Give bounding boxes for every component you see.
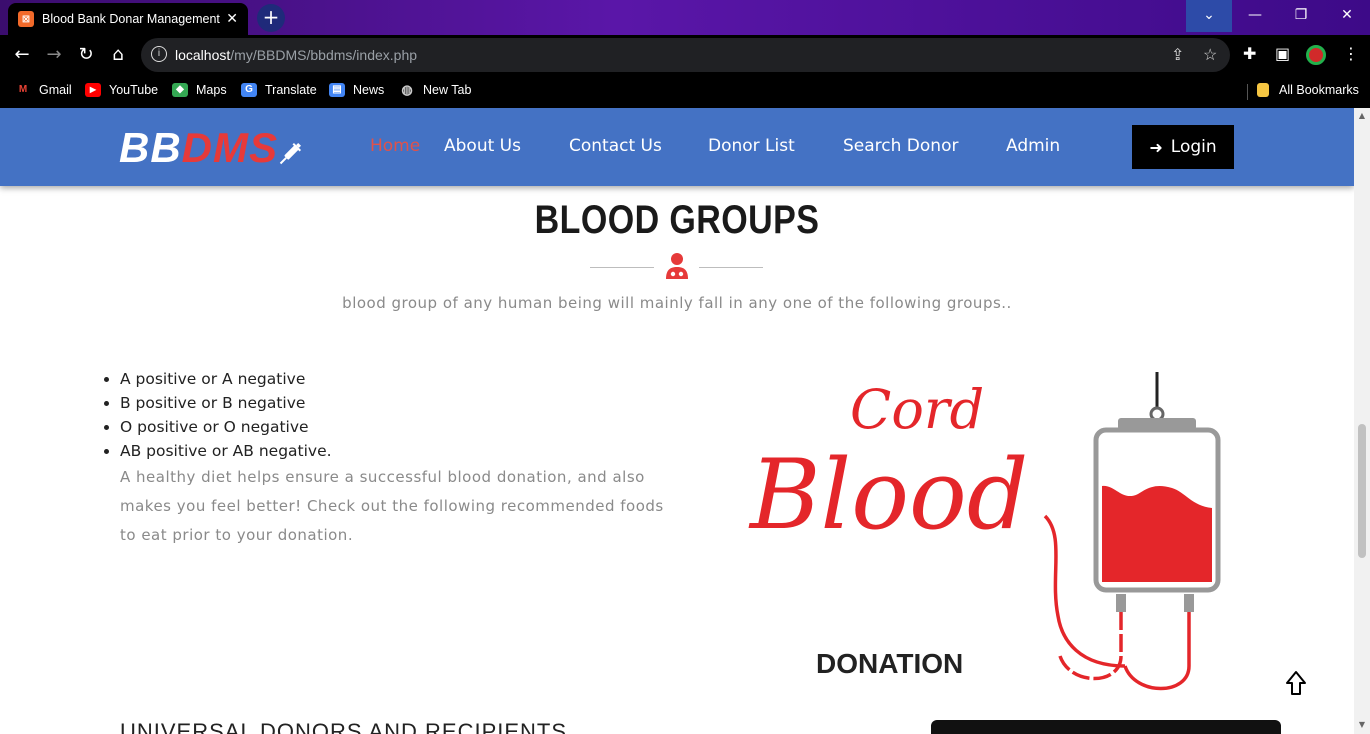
minimize-button[interactable]: — [1232, 0, 1278, 32]
site-navbar: BBDMS Home About Us Contact Us Donor Lis… [0, 108, 1354, 186]
bookmark-star-icon[interactable]: ☆ [1203, 45, 1217, 65]
blood-groups-list: A positive or A negative B positive or B… [120, 367, 332, 463]
extensions-puzzle-icon[interactable]: ✚ [1243, 44, 1256, 63]
gmail-icon: M [18, 84, 28, 95]
scroll-up-arrow-icon[interactable]: ▲ [1354, 111, 1370, 120]
bookmarks-separator [1247, 84, 1248, 100]
address-bar[interactable]: i localhost/my/BBDMS/bbdms/index.php ⇪ ☆ [141, 38, 1230, 72]
section-title: BLOOD GROUPS [534, 198, 820, 242]
cord-blood-donation-image: Cord Blood DONATION [748, 372, 1221, 691]
reload-icon[interactable]: ↻ [74, 43, 98, 67]
doctor-icon [666, 253, 688, 279]
nav-about-us[interactable]: About Us [444, 136, 521, 156]
syringe-icon [279, 142, 302, 165]
tab-close-icon[interactable]: ✕ [226, 11, 238, 27]
all-bookmarks-folder[interactable]: All Bookmarks [1257, 83, 1359, 97]
site-info-icon[interactable]: i [151, 46, 167, 62]
bookmark-gmail[interactable]: M Gmail [15, 83, 72, 97]
browser-tab-bar: ⊠ Blood Bank Donar Management ✕ + ⌄ — ❐ … [0, 0, 1370, 35]
scroll-down-arrow-icon[interactable]: ▼ [1354, 720, 1370, 729]
bookmark-new-tab[interactable]: ◍ New Tab [399, 82, 471, 98]
scroll-to-top-icon[interactable] [1284, 670, 1308, 698]
site-logo[interactable]: BBDMS [119, 124, 278, 172]
browser-tab[interactable]: ⊠ Blood Bank Donar Management ✕ [8, 3, 248, 35]
back-arrow-icon[interactable]: ← [10, 43, 34, 67]
browser-toolbar: ← → ↻ ⌂ i localhost/my/BBDMS/bbdms/index… [0, 35, 1370, 75]
nav-home[interactable]: Home [370, 136, 420, 156]
title-divider-right [699, 267, 763, 268]
youtube-icon: ▶ [85, 83, 101, 97]
bookmark-news[interactable]: ▤ News [329, 83, 384, 97]
bookmarks-bar: M Gmail ▶ YouTube ◆ Maps G Translate ▤ N… [0, 75, 1370, 108]
list-item: O positive or O negative [120, 415, 332, 439]
svg-text:Cord: Cord [850, 378, 984, 441]
svg-text:Blood: Blood [748, 439, 1028, 551]
svg-text:DONATION: DONATION [816, 648, 963, 679]
forward-arrow-icon[interactable]: → [42, 43, 66, 67]
page-viewport: BBDMS Home About Us Contact Us Donor Lis… [0, 108, 1354, 734]
news-icon: ▤ [329, 83, 345, 97]
list-item: B positive or B negative [120, 391, 332, 415]
nav-contact-us[interactable]: Contact Us [569, 136, 662, 156]
list-item: AB positive or AB negative. [120, 439, 332, 463]
nav-search-donor[interactable]: Search Donor [843, 136, 958, 156]
login-label: Login [1170, 137, 1217, 157]
bookmark-translate[interactable]: G Translate [241, 83, 317, 97]
sign-in-icon: ➜ [1149, 137, 1163, 157]
nav-admin[interactable]: Admin [1006, 136, 1060, 156]
nav-donor-list[interactable]: Donor List [708, 136, 795, 156]
tab-title: Blood Bank Donar Management [42, 12, 220, 26]
xampp-favicon-icon: ⊠ [18, 11, 34, 27]
new-tab-button[interactable]: + [257, 4, 285, 32]
list-item: A positive or A negative [120, 367, 332, 391]
section-subtitle: blood group of any human being will main… [342, 294, 1012, 312]
bookmark-youtube[interactable]: ▶ YouTube [85, 83, 158, 97]
translate-icon: G [241, 83, 257, 97]
title-divider-left [590, 267, 654, 268]
diet-paragraph: A healthy diet helps ensure a successful… [120, 468, 664, 544]
chrome-menu-icon[interactable]: ⋮ [1343, 44, 1359, 63]
home-icon[interactable]: ⌂ [106, 43, 130, 67]
globe-icon: ◍ [401, 82, 413, 97]
maps-icon: ◆ [172, 83, 188, 97]
login-button[interactable]: ➜ Login [1132, 125, 1234, 169]
folder-icon [1257, 83, 1269, 97]
close-window-button[interactable]: ✕ [1324, 0, 1370, 32]
page-scrollbar[interactable]: ▲ ▼ [1354, 108, 1370, 734]
restore-button[interactable]: ❐ [1278, 0, 1324, 32]
url-text: localhost/my/BBDMS/bbdms/index.php [175, 47, 418, 63]
side-panel-icon[interactable]: ▣ [1275, 44, 1290, 63]
dark-panel [931, 720, 1281, 734]
share-icon[interactable]: ⇪ [1171, 45, 1184, 65]
universal-donors-heading: UNIVERSAL DONORS AND RECIPIENTS [120, 719, 568, 734]
tab-search-chevron-icon[interactable]: ⌄ [1186, 0, 1232, 32]
profile-avatar[interactable] [1306, 45, 1326, 65]
scrollbar-thumb[interactable] [1358, 424, 1366, 558]
bookmark-maps[interactable]: ◆ Maps [172, 83, 227, 97]
